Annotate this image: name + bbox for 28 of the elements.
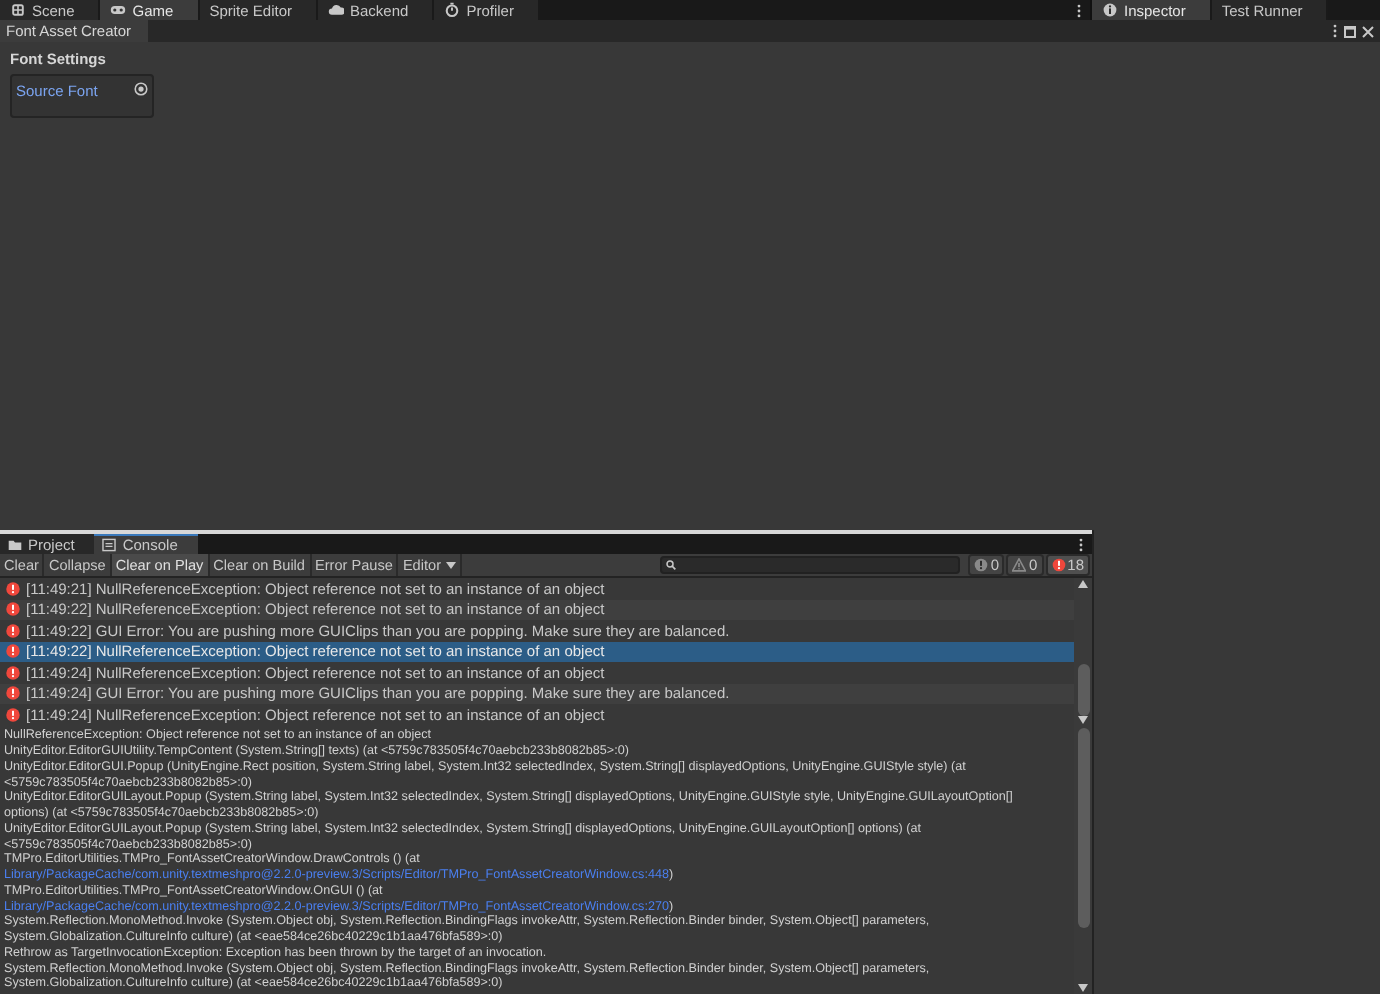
more-icon[interactable] [1332,24,1338,38]
error-icon [6,581,20,596]
console-icon [102,538,117,552]
scroll-down-icon[interactable] [1078,984,1088,992]
caret-icon [445,561,455,569]
error-icon [6,644,20,659]
tab-icon [444,2,461,18]
error-icon [6,623,20,638]
error-icon [6,686,20,701]
scrollbar[interactable] [1074,726,1092,994]
error-icon [6,602,20,617]
info-icon [1102,2,1118,18]
target-icon[interactable] [134,82,148,96]
maximize-icon[interactable] [1344,25,1356,37]
tab-icon [10,2,26,18]
search-field[interactable] [660,556,961,574]
info-icon [974,558,989,572]
close-icon[interactable] [1362,25,1374,37]
error-icon [1051,558,1066,572]
warning-icon [1012,558,1027,572]
more-icon[interactable] [1076,3,1082,17]
tab-icon [110,2,127,18]
scrollbar[interactable] [1074,578,1092,725]
error-icon [6,707,20,722]
tab-icon [328,2,344,18]
more-icon[interactable] [1078,537,1084,551]
search-icon [666,560,677,570]
error-icon [6,665,20,680]
